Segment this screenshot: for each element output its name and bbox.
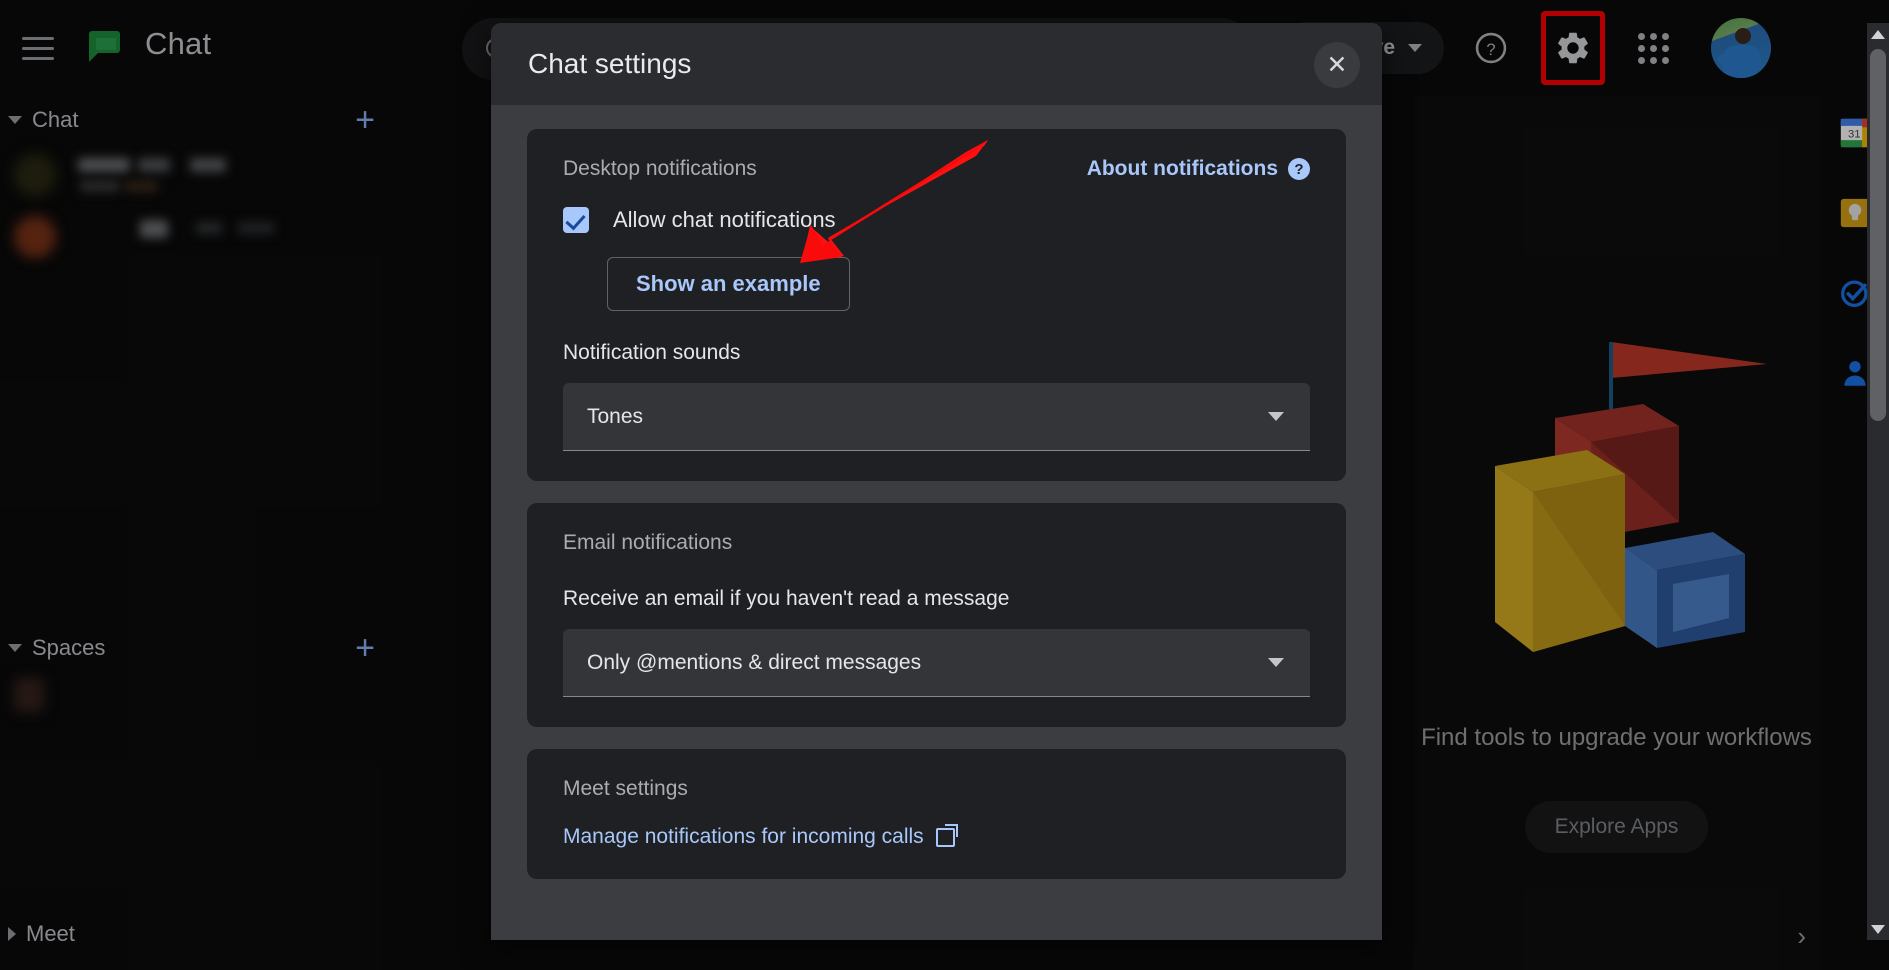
show-an-example-button[interactable]: Show an example xyxy=(607,257,850,311)
external-link-icon xyxy=(935,823,958,847)
dialog-scrollbar[interactable] xyxy=(1867,23,1889,940)
section-title: Meet settings xyxy=(563,777,688,800)
chevron-down-icon xyxy=(1268,412,1284,421)
close-icon[interactable]: ✕ xyxy=(1314,42,1360,88)
help-circle-icon: ? xyxy=(1288,158,1310,180)
chevron-down-icon xyxy=(1268,658,1284,667)
google-chat-app: Chat Active ? xyxy=(0,0,1889,970)
section-title: Desktop notifications xyxy=(563,157,757,180)
allow-chat-notifications-label: Allow chat notifications xyxy=(613,207,836,232)
email-notifications-card: Email notifications Receive an email if … xyxy=(527,503,1346,727)
notification-sounds-label: Notification sounds xyxy=(563,341,741,364)
scrollbar-thumb[interactable] xyxy=(1870,49,1886,421)
manage-incoming-calls-label: Manage notifications for incoming calls xyxy=(563,825,924,848)
dialog-body: Desktop notifications About notification… xyxy=(491,105,1382,940)
notification-sounds-value: Tones xyxy=(587,404,644,428)
meet-settings-card: Meet settings Manage notifications for i… xyxy=(527,749,1346,879)
about-notifications-label: About notifications xyxy=(1086,157,1278,180)
scroll-down-arrow-icon[interactable] xyxy=(1867,918,1889,940)
desktop-notifications-card: Desktop notifications About notification… xyxy=(527,129,1346,481)
about-notifications-link[interactable]: About notifications ? xyxy=(1087,157,1310,181)
dialog-title: Chat settings xyxy=(528,48,692,79)
section-title: Email notifications xyxy=(563,531,733,554)
manage-incoming-calls-link[interactable]: Manage notifications for incoming calls xyxy=(563,823,1310,849)
notification-sounds-select[interactable]: Tones xyxy=(563,383,1310,451)
email-field-label: Receive an email if you haven't read a m… xyxy=(563,587,1010,610)
allow-chat-notifications-checkbox[interactable] xyxy=(563,207,589,233)
chat-settings-dialog: Chat settings ✕ Desktop notifications Ab… xyxy=(491,23,1382,940)
scroll-up-arrow-icon[interactable] xyxy=(1867,23,1889,45)
allow-chat-notifications-row[interactable]: Allow chat notifications xyxy=(563,207,1310,233)
dialog-header: Chat settings ✕ xyxy=(491,23,1382,105)
email-notifications-value: Only @mentions & direct messages xyxy=(587,650,922,674)
email-notifications-select[interactable]: Only @mentions & direct messages xyxy=(563,629,1310,697)
